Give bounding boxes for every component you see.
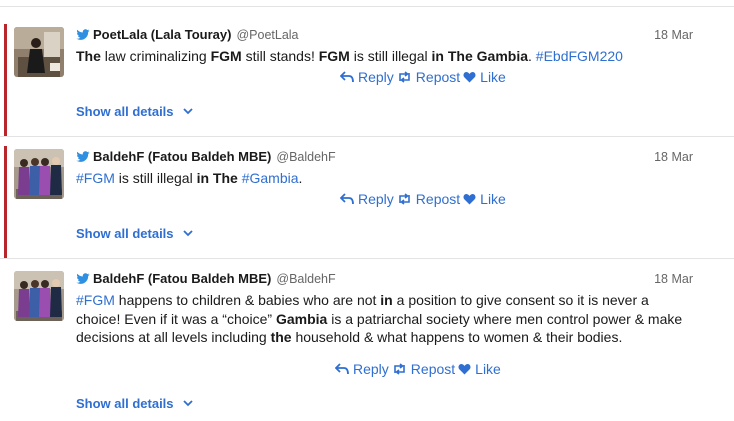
tweet-header: BaldehF (Fatou Baldeh MBE) @BaldehF (76, 271, 336, 286)
tweet-date: 18 Mar (654, 28, 693, 42)
hashtag-link[interactable]: #FGM (76, 170, 115, 186)
repost-icon (393, 363, 405, 375)
highlighted-text: in The Gambia (431, 48, 529, 64)
hashtag-link[interactable]: #Gambia (242, 170, 299, 186)
highlighted-text: Gambia (275, 310, 328, 327)
chevron-down-icon (182, 400, 193, 407)
reply-icon (335, 363, 349, 375)
avatar[interactable] (14, 27, 64, 77)
author-handle[interactable]: @BaldehF (276, 150, 335, 164)
author-name[interactable]: BaldehF (Fatou Baldeh MBE) (93, 271, 271, 286)
avatar[interactable] (14, 271, 64, 321)
reply-button[interactable]: Reply (340, 69, 394, 85)
heart-icon (463, 72, 476, 83)
repost-button[interactable]: Repost (397, 191, 460, 207)
twitter-bird-icon (76, 28, 90, 40)
reply-button[interactable]: Reply (335, 361, 389, 377)
highlighted-text: FGM (210, 48, 242, 64)
chevron-down-icon (182, 108, 193, 115)
tweet-card: PoetLala (Lala Touray) @PoetLala 18 Mar … (0, 14, 734, 136)
heart-icon (458, 364, 471, 375)
author-name[interactable]: BaldehF (Fatou Baldeh MBE) (93, 149, 271, 164)
tweet-header: BaldehF (Fatou Baldeh MBE) @BaldehF (76, 149, 336, 164)
highlighted-text: in The (196, 170, 238, 186)
top-divider (0, 6, 734, 7)
text-segment: household & what happens to women & thei… (291, 329, 623, 345)
hashtag-link[interactable]: #EbdFGM220 (536, 48, 623, 64)
repost-icon (398, 193, 410, 205)
tweet-card: BaldehF (Fatou Baldeh MBE) @BaldehF 18 M… (0, 258, 734, 421)
text-segment: . (528, 48, 536, 64)
repost-label: Repost (415, 69, 461, 85)
text-segment: still stands! (241, 48, 319, 64)
like-label: Like (480, 191, 506, 207)
tweet-header: PoetLala (Lala Touray) @PoetLala (76, 27, 299, 42)
reply-label: Reply (358, 69, 394, 85)
tweet-date: 18 Mar (654, 272, 693, 286)
show-details-toggle[interactable]: Show all details (76, 104, 193, 119)
chevron-down-icon (182, 230, 193, 237)
author-handle[interactable]: @BaldehF (276, 272, 335, 286)
details-label: Show all details (76, 396, 174, 411)
highlight-bar (4, 146, 7, 258)
show-details-toggle[interactable]: Show all details (76, 396, 193, 411)
hashtag-link[interactable]: #FGM (76, 292, 115, 308)
tweet-actions: Reply Repost Like (340, 191, 506, 207)
reply-icon (340, 71, 354, 83)
text-segment: law criminalizing (100, 48, 211, 64)
repost-button[interactable]: Repost (397, 69, 460, 85)
repost-icon (398, 71, 410, 83)
tweet-actions: Reply Repost Like (335, 361, 501, 377)
details-label: Show all details (76, 104, 174, 119)
text-segment: is still illegal (349, 48, 432, 64)
reply-label: Reply (358, 191, 394, 207)
reply-button[interactable]: Reply (340, 191, 394, 207)
repost-button[interactable]: Repost (392, 361, 455, 377)
text-segment: . (298, 170, 303, 186)
details-label: Show all details (76, 226, 174, 241)
highlighted-text: in (380, 292, 393, 308)
tweet-card: BaldehF (Fatou Baldeh MBE) @BaldehF 18 M… (0, 136, 734, 258)
show-details-toggle[interactable]: Show all details (76, 226, 193, 241)
tweet-date: 18 Mar (654, 150, 693, 164)
like-button[interactable]: Like (463, 191, 506, 207)
tweet-text: #FGM happens to children & babies who ar… (76, 291, 691, 347)
reply-label: Reply (353, 361, 389, 377)
highlighted-text: the (270, 329, 292, 345)
highlight-bar (4, 24, 7, 136)
author-name[interactable]: PoetLala (Lala Touray) (93, 27, 231, 42)
text-segment: is still illegal (114, 170, 197, 186)
like-label: Like (480, 69, 506, 85)
avatar[interactable] (14, 149, 64, 199)
twitter-bird-icon (76, 150, 90, 162)
tweet-text: #FGM is still illegal in The #Gambia. (76, 169, 691, 188)
repost-label: Repost (410, 361, 456, 377)
reply-icon (340, 193, 354, 205)
repost-label: Repost (415, 191, 461, 207)
heart-icon (463, 194, 476, 205)
like-button[interactable]: Like (458, 361, 501, 377)
highlighted-text: The (76, 48, 101, 64)
author-handle[interactable]: @PoetLala (236, 28, 298, 42)
like-button[interactable]: Like (463, 69, 506, 85)
like-label: Like (475, 361, 501, 377)
twitter-bird-icon (76, 272, 90, 284)
tweet-text: The law criminalizing FGM still stands! … (76, 47, 691, 66)
text-segment: happens to children & babies who are not (114, 292, 381, 308)
highlighted-text: FGM (318, 48, 350, 64)
tweet-actions: Reply Repost Like (340, 69, 506, 85)
